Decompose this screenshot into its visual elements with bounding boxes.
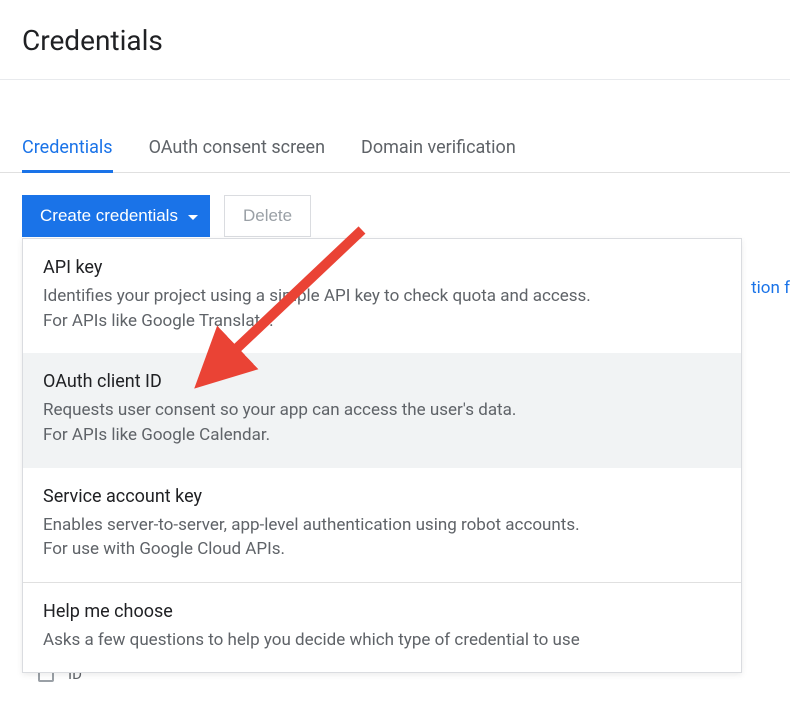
dropdown-item-service-account-key[interactable]: Service account key Enables server-to-se… (23, 468, 741, 582)
toolbar: Create credentials Delete (0, 173, 790, 237)
dropdown-item-help-me-choose[interactable]: Help me choose Asks a few questions to h… (23, 583, 741, 673)
dropdown-item-desc: Enables server-to-server, app-level auth… (43, 513, 721, 562)
dropdown-item-oauth-client-id[interactable]: OAuth client ID Requests user consent so… (23, 353, 741, 467)
chevron-down-icon (188, 215, 198, 220)
dropdown-item-desc: Asks a few questions to help you decide … (43, 628, 721, 653)
tab-oauth-consent-screen[interactable]: OAuth consent screen (149, 123, 325, 173)
divider (0, 79, 790, 80)
create-credentials-label: Create credentials (40, 206, 178, 226)
dropdown-item-title: Service account key (43, 486, 721, 507)
page-title: Credentials (0, 0, 790, 79)
delete-button[interactable]: Delete (224, 195, 311, 237)
tab-domain-verification[interactable]: Domain verification (361, 123, 516, 173)
create-credentials-button[interactable]: Create credentials (22, 195, 210, 237)
dropdown-item-title: Help me choose (43, 601, 721, 622)
documentation-link-fragment[interactable]: tion f (751, 278, 790, 298)
dropdown-item-desc: Identifies your project using a simple A… (43, 284, 721, 333)
create-credentials-dropdown: API key Identifies your project using a … (22, 238, 742, 673)
tabs: Credentials OAuth consent screen Domain … (0, 122, 790, 173)
tab-credentials[interactable]: Credentials (22, 123, 113, 173)
dropdown-item-api-key[interactable]: API key Identifies your project using a … (23, 239, 741, 353)
dropdown-item-desc: Requests user consent so your app can ac… (43, 398, 721, 447)
dropdown-item-title: OAuth client ID (43, 371, 721, 392)
dropdown-item-title: API key (43, 257, 721, 278)
